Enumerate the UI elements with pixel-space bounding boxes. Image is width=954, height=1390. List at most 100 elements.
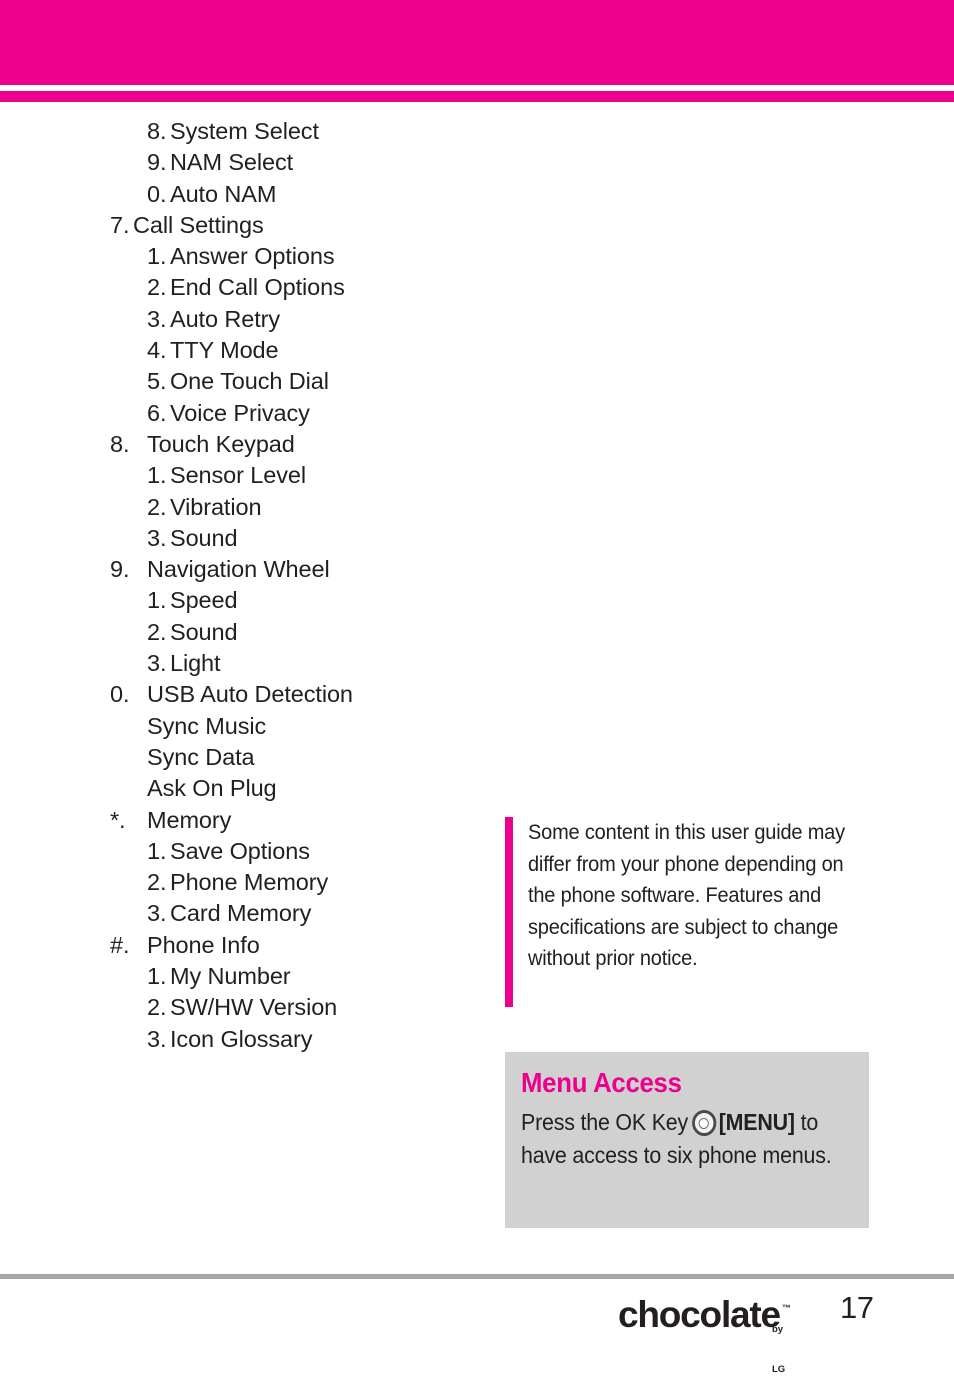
menu-item-number: 4. — [147, 337, 167, 364]
menu-item-label: Auto Retry — [170, 305, 281, 332]
menu-list-item: 8. System Select — [0, 116, 470, 147]
menu-item-number: 1. — [147, 963, 167, 990]
menu-access-body-part1: Press the OK Key — [521, 1109, 689, 1135]
menu-item-number: 8. — [147, 118, 167, 144]
menu-item-number: 3. — [147, 650, 167, 677]
menu-item-label: NAM Select — [170, 149, 294, 176]
menu-list-item: 0. Auto NAM — [0, 179, 470, 210]
menu-item-number: 2. — [147, 493, 167, 520]
menu-item-label: Sound — [170, 524, 238, 551]
menu-item-label: Sync Music — [147, 712, 267, 739]
menu-list-item: 1. Save Options — [0, 836, 470, 867]
menu-item-label: USB Auto Detection — [147, 681, 353, 708]
menu-list-item: 2. Phone Memory — [0, 867, 470, 898]
menu-item-label: Icon Glossary — [170, 1025, 313, 1052]
menu-item-label: Sync Data — [147, 743, 255, 770]
menu-list-item: 9. Navigation Wheel — [0, 554, 470, 585]
menu-item-label: Navigation Wheel — [147, 556, 330, 583]
menu-item-label: Sensor Level — [170, 462, 306, 489]
brand-wordmark: chocolate — [618, 1294, 781, 1335]
menu-list-item: 4. TTY Mode — [0, 335, 470, 366]
menu-item-number: 3. — [147, 1025, 167, 1052]
menu-list-item: 1. Answer Options — [0, 241, 470, 272]
menu-item-number: 1. — [147, 587, 167, 614]
menu-list-item: #. Phone Info — [0, 930, 470, 961]
menu-item-number: 2. — [147, 274, 167, 301]
menu-item-number: 9. — [110, 556, 130, 583]
menu-list-item: *. Memory — [0, 805, 470, 836]
note-accent-bar — [505, 817, 513, 1007]
menu-item-number: 2. — [147, 618, 167, 645]
menu-list-item: 3. Auto Retry — [0, 304, 470, 335]
header-magenta-block — [0, 0, 954, 85]
menu-item-label: Answer Options — [170, 243, 335, 270]
menu-list-item: 1. My Number — [0, 961, 470, 992]
menu-item-number: 2. — [147, 994, 167, 1021]
menu-item-label: My Number — [170, 963, 291, 990]
menu-item-label: TTY Mode — [170, 337, 279, 364]
chocolate-brand-logo: chocolate ™ by LG — [618, 1288, 791, 1376]
menu-list-item: 2. SW/HW Version — [0, 992, 470, 1023]
menu-item-label: Speed — [170, 587, 238, 614]
menu-item-number: 3. — [147, 524, 167, 551]
menu-list-item: Sync Music — [0, 711, 470, 742]
menu-item-number: *. — [110, 806, 126, 833]
menu-item-number: #. — [110, 931, 130, 958]
menu-item-label: Phone Info — [147, 931, 260, 958]
menu-list-item: 7. Call Settings — [0, 210, 470, 241]
page-number: 17 — [840, 1290, 874, 1325]
menu-item-label: Memory — [147, 806, 232, 833]
menu-item-number: 1. — [147, 243, 167, 270]
menu-list-item: 3. Sound — [0, 523, 470, 554]
menu-item-label: One Touch Dial — [170, 368, 329, 395]
menu-item-number: 6. — [147, 399, 167, 426]
menu-item-label: Ask On Plug — [147, 775, 277, 802]
ok-key-icon — [691, 1110, 716, 1136]
menu-list-item: 3. Light — [0, 648, 470, 679]
menu-list-item: 6. Voice Privacy — [0, 398, 470, 429]
menu-item-label: End Call Options — [170, 274, 345, 301]
menu-item-label: Phone Memory — [170, 869, 329, 896]
menu-item-number: 0. — [110, 681, 130, 708]
menu-item-number: 3. — [147, 900, 167, 927]
menu-item-number: 0. — [147, 180, 167, 207]
header-magenta-rule — [0, 91, 954, 102]
menu-item-number: 1. — [147, 462, 167, 489]
menu-item-number: 1. — [147, 837, 167, 864]
menu-list-item: 2. Sound — [0, 617, 470, 648]
menu-item-label: Touch Keypad — [147, 430, 295, 457]
menu-item-number: 7. — [110, 211, 130, 238]
menu-item-label: System Select — [170, 118, 319, 144]
menu-item-number: 8. — [110, 430, 130, 457]
footer-divider — [0, 1274, 954, 1279]
menu-item-number: 9. — [147, 149, 167, 176]
menu-item-label: Auto NAM — [170, 180, 277, 207]
menu-list-item: 5. One Touch Dial — [0, 366, 470, 397]
menu-item-label: SW/HW Version — [170, 994, 338, 1021]
menu-item-number: 3. — [147, 305, 167, 332]
by-lg-label: by LG — [772, 1324, 786, 1375]
menu-item-label: Vibration — [170, 493, 262, 520]
menu-item-number: 2. — [147, 869, 167, 896]
menu-list-item: 1. Speed — [0, 585, 470, 616]
menu-list-item: 2. End Call Options — [0, 272, 470, 303]
menu-outline-list: 8. System Select 9. NAM Select 0. Auto NAM 7. C… — [0, 116, 470, 1055]
menu-list-item: 2. Vibration — [0, 492, 470, 523]
menu-item-label: Call Settings — [133, 211, 264, 238]
menu-access-title: Menu Access — [521, 1067, 682, 1098]
menu-list-item: 1. Sensor Level — [0, 460, 470, 491]
menu-list-item: Sync Data — [0, 742, 470, 773]
menu-item-label: Voice Privacy — [170, 399, 310, 426]
menu-list-item: Ask On Plug — [0, 773, 470, 804]
menu-label-bold: [MENU] — [718, 1109, 795, 1135]
menu-list-item: 3. Icon Glossary — [0, 1024, 470, 1055]
menu-access-tip-box: Menu Access Press the OK Key [MENU] to ha… — [505, 1052, 869, 1228]
menu-list-item: 3. Card Memory — [0, 898, 470, 929]
menu-item-label: Light — [170, 650, 221, 677]
menu-list-item: 9. NAM Select — [0, 147, 470, 178]
menu-item-label: Sound — [170, 618, 238, 645]
menu-item-label: Save Options — [170, 837, 310, 864]
menu-list-item: 8. Touch Keypad — [0, 429, 470, 460]
menu-item-label: Card Memory — [170, 900, 312, 927]
note-text: Some content in this user guide may diff… — [528, 820, 845, 970]
